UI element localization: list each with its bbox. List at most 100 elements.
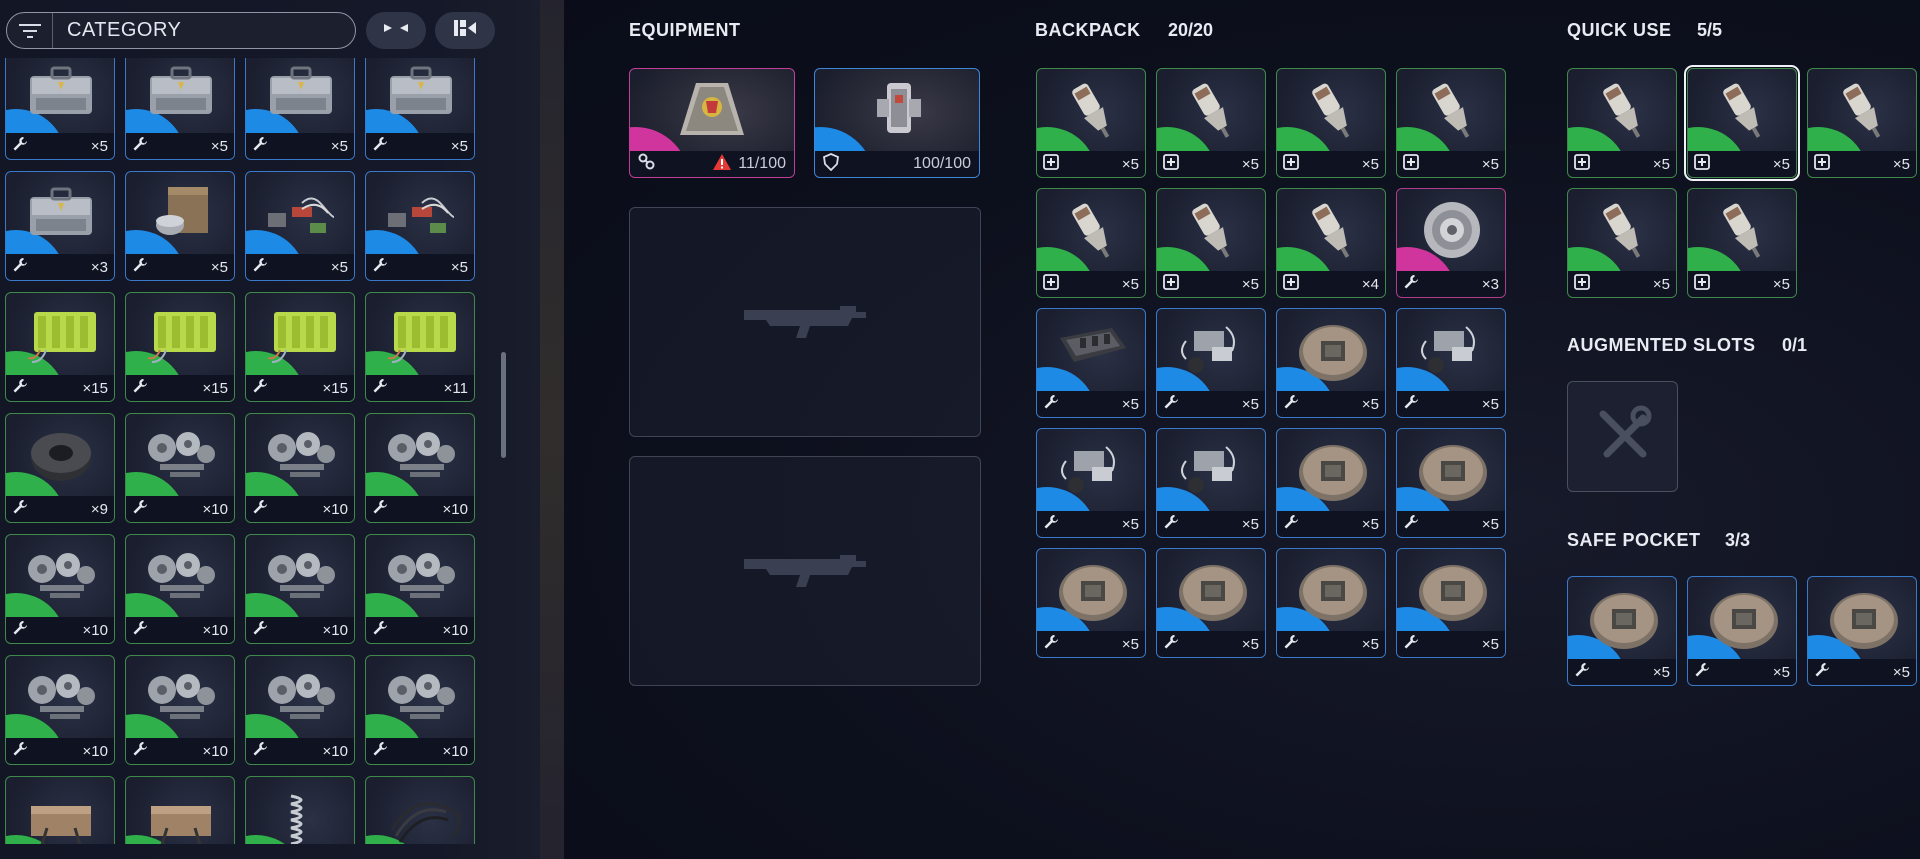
- collapse-button[interactable]: [366, 12, 426, 49]
- item-count: ×5: [1892, 155, 1910, 173]
- inventory-slot[interactable]: ×10: [245, 534, 355, 644]
- inventory-slot[interactable]: ×11: [365, 292, 475, 402]
- inventory-slot[interactable]: ×5: [1396, 68, 1506, 178]
- inventory-slot[interactable]: ×5: [125, 58, 235, 160]
- inventory-slot[interactable]: ×5: [1156, 428, 1266, 538]
- inventory-slot[interactable]: ×5: [245, 58, 355, 160]
- inventory-slot[interactable]: ×10: [5, 534, 115, 644]
- inventory-slot[interactable]: ×5: [1687, 576, 1797, 686]
- inventory-slot[interactable]: ×5: [1396, 308, 1506, 418]
- item-count: ×10: [442, 742, 468, 760]
- inventory-slot[interactable]: ×5: [1276, 548, 1386, 658]
- backpack-grid: ×5 ×5 ×5 ×5 ×5 ×5 ×4 ×3 ×5 ×5 ×5 ×5 ×5 ×5 ×5 ×5 ×5 ×5 ×5 ×5: [1036, 68, 1506, 658]
- shield-type-icon: [823, 152, 839, 176]
- inventory-slot[interactable]: ×5: [1036, 548, 1146, 658]
- inventory-slot[interactable]: ×5: [125, 171, 235, 281]
- inventory-slot[interactable]: [245, 776, 355, 844]
- inventory-slot[interactable]: ×5: [365, 58, 475, 160]
- inventory-slot[interactable]: ×5: [1156, 68, 1266, 178]
- inventory-slot[interactable]: ×5: [245, 171, 355, 281]
- inventory-slot[interactable]: ×5: [1567, 576, 1677, 686]
- slot-footer: ×5: [1808, 151, 1916, 177]
- filter-icon[interactable]: [7, 13, 53, 48]
- item-count: ×5: [1481, 515, 1499, 533]
- inventory-slot[interactable]: ×5: [5, 58, 115, 160]
- item-count: ×5: [90, 137, 108, 155]
- slot-footer: ×11: [366, 375, 474, 401]
- inventory-slot[interactable]: ×5: [1156, 548, 1266, 658]
- item-count: ×5: [1481, 155, 1499, 173]
- inventory-slot[interactable]: ×5: [1684, 65, 1800, 181]
- stash-grid-viewport[interactable]: ×5 ×5 ×5 ×5 ×3 ×5 ×5 ×5 ×15 ×15 ×15 ×11 ×9 ×10 ×10 ×10 ×…: [0, 58, 480, 844]
- inventory-slot[interactable]: ×5: [1276, 428, 1386, 538]
- inventory-slot[interactable]: ×5: [1807, 68, 1917, 178]
- inventory-slot[interactable]: ×5: [1687, 188, 1797, 298]
- inventory-slot[interactable]: ×5: [365, 171, 475, 281]
- inventory-slot[interactable]: ×5: [1036, 428, 1146, 538]
- slot-footer: ×9: [6, 496, 114, 522]
- item-count: ×5: [1241, 275, 1259, 293]
- inventory-slot[interactable]: ×5: [1567, 188, 1677, 298]
- inventory-slot[interactable]: ×5: [1276, 68, 1386, 178]
- inventory-slot[interactable]: ×5: [1156, 308, 1266, 418]
- item-count: ×5: [210, 137, 228, 155]
- inventory-slot[interactable]: ×9: [5, 413, 115, 523]
- wrench-icon: [372, 257, 388, 278]
- slot-footer: ×3: [1397, 271, 1505, 297]
- inventory-slot[interactable]: ×5: [1396, 548, 1506, 658]
- gears-icon: [20, 662, 102, 732]
- inventory-slot[interactable]: ×5: [1036, 308, 1146, 418]
- primary-weapon-slot[interactable]: [629, 207, 981, 437]
- item-count: ×5: [1481, 395, 1499, 413]
- secondary-weapon-slot[interactable]: [629, 456, 981, 686]
- gears-icon: [380, 420, 462, 490]
- inventory-slot[interactable]: ×5: [1396, 428, 1506, 538]
- inventory-slot[interactable]: ×10: [365, 534, 475, 644]
- augment-type-icon: [638, 153, 656, 176]
- slot-footer: ×10: [6, 617, 114, 643]
- inventory-slot[interactable]: ×5: [1156, 188, 1266, 298]
- item-count: ×5: [1121, 395, 1139, 413]
- inventory-slot[interactable]: ×5: [1807, 576, 1917, 686]
- inventory-slot[interactable]: ×15: [125, 292, 235, 402]
- inventory-slot[interactable]: ×10: [125, 655, 235, 765]
- inventory-slot[interactable]: ×4: [1276, 188, 1386, 298]
- inventory-slot[interactable]: ×10: [365, 655, 475, 765]
- inventory-slot[interactable]: [125, 776, 235, 844]
- item-count: ×5: [450, 258, 468, 276]
- inventory-slot[interactable]: ×15: [245, 292, 355, 402]
- item-count: ×5: [1361, 155, 1379, 173]
- category-filter[interactable]: CATEGORY: [6, 12, 356, 49]
- inventory-slot[interactable]: [365, 776, 475, 844]
- battery-icon: [20, 299, 102, 369]
- wrench-icon: [12, 257, 28, 278]
- inventory-slot[interactable]: [5, 776, 115, 844]
- inventory-slot[interactable]: ×10: [125, 413, 235, 523]
- transfer-button[interactable]: [435, 12, 495, 49]
- injector-icon: [1582, 195, 1664, 265]
- inventory-slot[interactable]: ×15: [5, 292, 115, 402]
- medical-cross-icon: [1574, 273, 1590, 295]
- inventory-slot[interactable]: ×5: [1567, 68, 1677, 178]
- inventory-slot[interactable]: ×10: [365, 413, 475, 523]
- shield-slot[interactable]: 100/100: [814, 68, 980, 178]
- augmented-slots-count: 0/1: [1782, 335, 1808, 355]
- stash-scrollbar[interactable]: [501, 352, 506, 458]
- inventory-slot[interactable]: ×10: [245, 655, 355, 765]
- item-count: ×5: [450, 137, 468, 155]
- gears-icon: [380, 541, 462, 611]
- quick-use-count: 5/5: [1697, 20, 1723, 40]
- slot-footer: ×5: [1688, 271, 1796, 297]
- inventory-slot[interactable]: ×5: [1276, 308, 1386, 418]
- slot-footer: ×5: [1037, 151, 1145, 177]
- inventory-slot[interactable]: ×10: [245, 413, 355, 523]
- inventory-slot[interactable]: ×5: [1036, 68, 1146, 178]
- inventory-slot[interactable]: ×10: [5, 655, 115, 765]
- inventory-slot[interactable]: ×3: [1396, 188, 1506, 298]
- inventory-slot[interactable]: ×3: [5, 171, 115, 281]
- augmented-slot-empty[interactable]: [1567, 381, 1678, 492]
- wrench-icon: [252, 136, 268, 157]
- inventory-slot[interactable]: ×10: [125, 534, 235, 644]
- augment-slot[interactable]: 11/100: [629, 68, 795, 178]
- inventory-slot[interactable]: ×5: [1036, 188, 1146, 298]
